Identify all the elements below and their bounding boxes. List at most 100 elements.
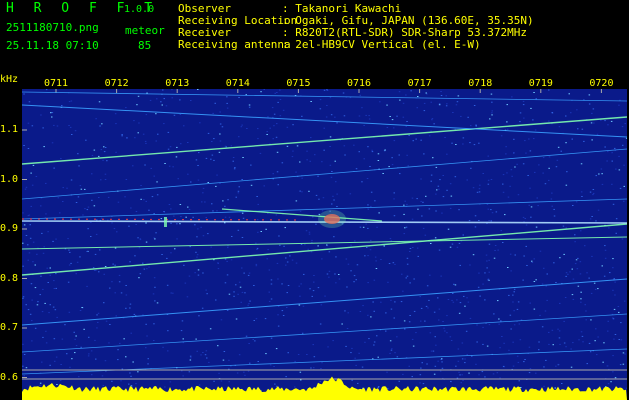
noise-dot	[420, 200, 422, 202]
noise-dot	[153, 175, 155, 177]
noise-dot	[300, 244, 303, 245]
noise-dot	[460, 382, 462, 384]
noise-dot	[609, 272, 611, 274]
noise-dot	[344, 154, 346, 156]
noise-dot	[595, 220, 597, 222]
noise-dot	[478, 142, 480, 144]
noise-dot	[138, 277, 140, 279]
noise-dot	[488, 220, 490, 222]
noise-dot	[574, 241, 576, 243]
noise-dot	[424, 320, 426, 322]
noise-dot	[373, 310, 375, 312]
noise-dot	[245, 335, 248, 337]
noise-dot	[22, 242, 24, 244]
noise-dot	[512, 301, 514, 303]
noise-dot	[596, 354, 598, 356]
noise-dot	[237, 293, 239, 295]
noise-dot	[31, 320, 33, 322]
noise-dot	[452, 112, 454, 113]
noise-dot	[516, 355, 519, 357]
noise-dot	[250, 164, 252, 166]
noise-dot	[367, 227, 369, 229]
noise-dot	[597, 336, 599, 338]
noise-dot	[557, 363, 559, 365]
noise-dot	[205, 217, 207, 219]
noise-dot	[169, 381, 172, 383]
noise-dot	[190, 181, 192, 183]
noise-dot	[299, 190, 301, 192]
noise-dot	[594, 288, 597, 290]
noise-dot	[486, 345, 489, 347]
noise-dot	[210, 158, 212, 160]
noise-dot	[519, 339, 522, 341]
noise-dot	[506, 172, 508, 174]
noise-dot	[279, 99, 282, 100]
noise-dot	[27, 259, 29, 261]
noise-dot	[529, 187, 531, 189]
noise-dot	[22, 365, 24, 367]
noise-dot	[544, 310, 547, 312]
noise-dot	[553, 215, 556, 217]
noise-dot	[260, 231, 262, 232]
noise-dot	[252, 339, 254, 340]
noise-dot	[103, 146, 105, 148]
noise-dot	[226, 274, 229, 276]
noise-dot	[244, 374, 246, 376]
noise-dot	[224, 216, 227, 218]
noise-dot	[491, 112, 493, 114]
noise-dot	[589, 218, 592, 220]
noise-dot	[425, 195, 427, 197]
noise-dot	[572, 342, 574, 344]
noise-dot	[565, 184, 568, 186]
noise-dot	[518, 380, 520, 382]
noise-dot	[611, 160, 613, 162]
noise-dot	[67, 281, 70, 283]
noise-dot	[505, 146, 507, 148]
noise-dot	[585, 310, 587, 312]
noise-dot	[183, 125, 185, 127]
noise-dot	[310, 101, 312, 102]
noise-dot	[103, 151, 106, 153]
noise-dot	[571, 268, 573, 270]
noise-dot	[367, 255, 369, 257]
noise-dot	[45, 182, 47, 184]
noise-dot	[595, 175, 597, 177]
noise-dot	[256, 219, 259, 221]
noise-dot	[393, 192, 395, 194]
noise-dot	[513, 324, 516, 326]
noise-dot	[524, 359, 526, 360]
noise-dot	[365, 114, 367, 116]
noise-dot	[75, 345, 78, 347]
noise-dot	[475, 363, 477, 365]
noise-dot	[408, 365, 410, 367]
noise-dot	[44, 302, 46, 304]
noise-dot	[299, 371, 302, 373]
x-tick-label: 0720	[589, 78, 614, 89]
noise-dot	[506, 121, 508, 123]
noise-dot	[153, 237, 155, 239]
meteor-count: 85	[138, 39, 152, 52]
noise-dot	[353, 281, 355, 283]
noise-dot	[456, 101, 459, 103]
noise-dot	[455, 365, 457, 367]
noise-dot	[271, 107, 274, 109]
noise-dot	[362, 305, 364, 307]
noise-dot	[487, 279, 489, 281]
noise-dot	[484, 272, 486, 274]
noise-dot	[145, 222, 147, 224]
noise-dot	[604, 146, 606, 148]
noise-dot	[498, 318, 500, 320]
noise-dot	[161, 104, 163, 106]
noise-dot	[145, 323, 147, 325]
noise-dot	[472, 187, 475, 189]
noise-dot	[493, 313, 495, 315]
noise-dot	[173, 114, 176, 116]
noise-dot	[237, 190, 240, 192]
noise-dot	[216, 210, 218, 212]
noise-dot	[602, 361, 604, 363]
noise-dot	[226, 309, 229, 311]
noise-dot	[207, 233, 209, 235]
noise-dot	[140, 185, 142, 186]
noise-dot	[460, 115, 462, 117]
noise-dot	[121, 135, 123, 137]
